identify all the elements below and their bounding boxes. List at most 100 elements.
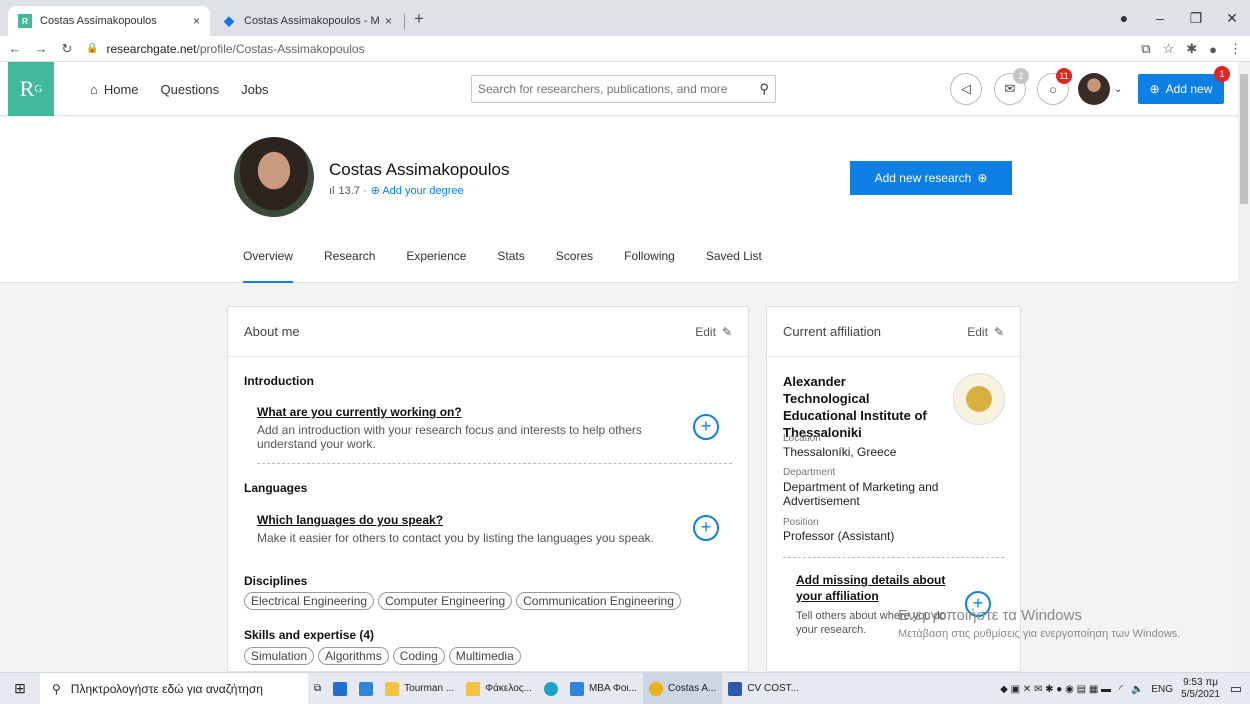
profile-dot-icon[interactable]: ● <box>1106 10 1142 26</box>
clock[interactable]: 9:53 πμ 5/5/2021 <box>1181 677 1220 701</box>
translate-icon[interactable]: ⧉ <box>1141 41 1150 57</box>
browser-tab-inactive[interactable]: ◆ Costas Assimakopoulos - Μελετ × <box>212 6 402 36</box>
back-icon[interactable]: ← <box>4 41 26 56</box>
profile-avatar[interactable] <box>234 137 314 217</box>
extension-bulb-icon[interactable]: ● <box>1209 42 1217 57</box>
home-icon: ⌂ <box>90 81 98 97</box>
nav-questions[interactable]: Questions <box>161 82 220 97</box>
tab-following[interactable]: Following <box>624 249 675 283</box>
about-me-title: About me <box>244 324 300 339</box>
add-new-research-button[interactable]: Add new research ⊕ <box>850 161 1012 195</box>
lock-icon: 🔒 <box>86 43 99 54</box>
tab-close-icon[interactable]: × <box>193 14 200 28</box>
forward-icon[interactable]: → <box>30 41 52 56</box>
discipline-chip[interactable]: Electrical Engineering <box>244 592 375 610</box>
section-divider <box>783 557 1004 558</box>
mail-app-icon[interactable] <box>353 673 379 704</box>
notification-center-icon[interactable]: ▭ <box>1230 681 1242 697</box>
skill-chip[interactable]: Coding <box>392 647 445 665</box>
location-value: Thessaloníki, Greece <box>783 445 897 459</box>
plus-circle-icon: ⊕ <box>370 185 380 197</box>
taskbar-app-tourman[interactable]: Tourman ... <box>379 673 460 704</box>
department-label: Department <box>783 467 836 478</box>
tab-title: Costas Assimakopoulos - Μελετ <box>244 15 379 27</box>
add-new-button[interactable]: ⊕ Add new 1 <box>1138 66 1230 104</box>
new-tab-button[interactable]: + <box>414 9 424 29</box>
tab-research[interactable]: Research <box>324 249 375 283</box>
language-indicator[interactable]: ENG <box>1151 684 1173 695</box>
introduction-heading: Introduction <box>244 374 314 388</box>
tab-overview[interactable]: Overview <box>243 249 294 283</box>
tab-close-icon[interactable]: × <box>385 14 392 28</box>
institution-logo[interactable] <box>953 373 1005 425</box>
search-icon[interactable]: ⚲ <box>759 81 769 97</box>
notifications-badge: 11 <box>1056 68 1072 84</box>
volume-icon[interactable]: 🔈 <box>1131 684 1143 695</box>
store-icon[interactable] <box>327 673 353 704</box>
taskbar-app-label: Φάκελος... <box>485 683 532 694</box>
menu-kebab-icon[interactable]: ⋮ <box>1229 41 1242 57</box>
pencil-icon: ✎ <box>993 324 1004 339</box>
taskbar-search[interactable]: ⚲ Πληκτρολογήστε εδώ για αναζήτηση <box>40 672 308 704</box>
requests-button[interactable]: ◁ <box>950 73 982 105</box>
taskbar-app-word[interactable]: CV COST... <box>722 673 805 704</box>
url-field[interactable]: 🔒 researchgate.net/profile/Costas-Assima… <box>86 42 365 56</box>
languages-heading: Languages <box>244 481 308 495</box>
extensions-icon[interactable]: ✱ <box>1186 41 1197 57</box>
notifications-button[interactable]: ○ 11 <box>1037 68 1072 105</box>
skill-chip[interactable]: Algorithms <box>318 647 389 665</box>
skills-list: Simulation Algorithms Coding Multimedia <box>244 647 521 665</box>
close-window-icon[interactable]: ✕ <box>1214 10 1250 27</box>
skill-chip[interactable]: Simulation <box>244 647 315 665</box>
location-label: Location <box>783 433 821 444</box>
chevron-down-icon[interactable]: ⌄ <box>1114 84 1122 95</box>
add-missing-details-link[interactable]: Add missing details about your affiliati… <box>796 572 966 604</box>
researchgate-favicon-icon: R <box>18 14 32 28</box>
bookmark-star-icon[interactable]: ☆ <box>1163 41 1175 57</box>
search-input[interactable] <box>478 82 760 96</box>
browser-tab-active[interactable]: R Costas Assimakopoulos × <box>8 6 210 36</box>
nav-home[interactable]: ⌂ Home <box>90 82 139 97</box>
add-introduction-plus-icon[interactable]: + <box>693 414 719 440</box>
profile-meta: ıl 13.7 · ⊕ Add your degree <box>329 184 464 198</box>
windows-start-icon[interactable]: ⊞ <box>0 680 40 697</box>
word-icon <box>728 681 743 696</box>
taskbar-app-mba[interactable]: MBA Φοι... <box>564 673 643 704</box>
nav-jobs[interactable]: Jobs <box>241 82 268 97</box>
windows-activation-watermark: Ενεργοποιήστε τα Windows Μετάβαση στις ρ… <box>898 607 1180 640</box>
taskbar-app-label: MBA Φοι... <box>588 683 637 694</box>
page-scrollbar[interactable] <box>1238 62 1250 672</box>
languages-question-link[interactable]: Which languages do you speak? <box>257 513 443 527</box>
institution-name[interactable]: Alexander Technological Educational Inst… <box>783 373 933 441</box>
maximize-icon[interactable]: ❐ <box>1178 10 1214 27</box>
wifi-icon[interactable]: ◜ <box>1119 684 1123 695</box>
skill-chip[interactable]: Multimedia <box>448 647 521 665</box>
tab-saved-list[interactable]: Saved List <box>706 249 762 283</box>
user-avatar[interactable] <box>1078 73 1110 105</box>
discipline-chip[interactable]: Computer Engineering <box>378 592 513 610</box>
clock-time: 9:53 πμ <box>1183 677 1218 688</box>
scrollbar-thumb[interactable] <box>1240 74 1248 204</box>
taskbar-app-folder[interactable]: Φάκελος... <box>460 673 538 704</box>
messages-button[interactable]: ✉ 2 <box>994 68 1029 105</box>
intro-description: Add an introduction with your research f… <box>257 423 642 451</box>
tab-experience[interactable]: Experience <box>406 249 466 283</box>
reload-icon[interactable]: ↻ <box>56 41 78 57</box>
edge-icon[interactable] <box>538 673 564 704</box>
discipline-chip[interactable]: Communication Engineering <box>516 592 681 610</box>
url-path: /profile/Costas-Assimakopoulos <box>196 41 365 56</box>
tab-scores[interactable]: Scores <box>556 249 593 283</box>
affiliation-header: Current affiliation Edit ✎ <box>767 307 1020 357</box>
task-view-icon[interactable]: ⧉ <box>308 673 327 704</box>
add-language-plus-icon[interactable]: + <box>693 515 719 541</box>
tray-icons[interactable]: ◆ ▣ ✕ ✉ ✱ ● ◉ ▤ ▦ ▬ <box>1000 684 1111 695</box>
tab-stats[interactable]: Stats <box>497 249 524 283</box>
rg-logo[interactable]: RG <box>8 62 54 116</box>
add-degree-link[interactable]: ⊕ Add your degree <box>371 184 464 197</box>
affiliation-edit-button[interactable]: Edit ✎ <box>967 325 1004 339</box>
intro-question-link[interactable]: What are you currently working on? <box>257 405 462 419</box>
minimize-icon[interactable]: – <box>1142 10 1178 26</box>
taskbar-app-chrome[interactable]: Costas A... <box>642 672 723 704</box>
department-value: Department of Marketing and Advertisemen… <box>783 480 939 508</box>
about-edit-button[interactable]: Edit ✎ <box>695 325 732 339</box>
